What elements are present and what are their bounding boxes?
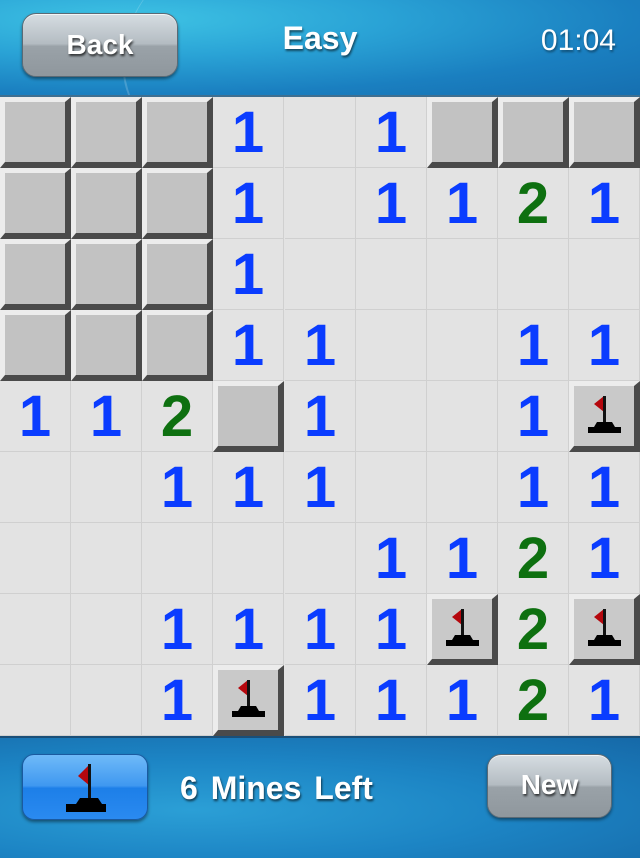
cell-number[interactable]: 1 (356, 665, 427, 736)
cell-empty[interactable] (0, 452, 71, 523)
cell-number[interactable]: 1 (213, 97, 284, 168)
cell-covered[interactable] (71, 239, 142, 310)
cell-flagged[interactable] (213, 665, 284, 736)
cell-empty[interactable] (427, 310, 498, 381)
cell-empty[interactable] (71, 665, 142, 736)
cell-empty[interactable] (498, 239, 569, 310)
cell-empty[interactable] (71, 594, 142, 665)
cell-number[interactable]: 1 (285, 452, 356, 523)
cell-empty[interactable] (285, 97, 356, 168)
minefield-grid: 1111121111111121111111112111112111121 (0, 95, 640, 736)
cell-number[interactable]: 1 (213, 452, 284, 523)
flag-icon (588, 609, 621, 646)
cell-covered[interactable] (0, 97, 71, 168)
cell-covered[interactable] (71, 168, 142, 239)
flag-icon (66, 764, 106, 812)
cell-number[interactable]: 1 (142, 452, 213, 523)
cell-empty[interactable] (427, 452, 498, 523)
cell-empty[interactable] (142, 523, 213, 594)
cell-number[interactable]: 1 (356, 97, 427, 168)
cell-number[interactable]: 1 (427, 168, 498, 239)
flag-icon (588, 396, 621, 433)
cell-number[interactable]: 2 (498, 523, 569, 594)
cell-empty[interactable] (285, 168, 356, 239)
cell-covered[interactable] (0, 239, 71, 310)
cell-empty[interactable] (356, 239, 427, 310)
cell-number[interactable]: 1 (0, 381, 71, 452)
cell-covered[interactable] (0, 168, 71, 239)
cell-number[interactable]: 1 (498, 381, 569, 452)
cell-empty[interactable] (356, 452, 427, 523)
top-bar: Back Easy 01:04 (0, 0, 640, 95)
cell-covered[interactable] (142, 168, 213, 239)
cell-number[interactable]: 1 (569, 665, 640, 736)
cell-number[interactable]: 1 (142, 594, 213, 665)
back-button[interactable]: Back (22, 13, 178, 77)
cell-number[interactable]: 1 (213, 594, 284, 665)
cell-covered[interactable] (569, 97, 640, 168)
flag-icon (232, 680, 265, 717)
cell-covered[interactable] (0, 310, 71, 381)
cell-number[interactable]: 2 (498, 665, 569, 736)
cell-number[interactable]: 1 (71, 381, 142, 452)
flag-mode-button[interactable] (22, 754, 148, 820)
cell-number[interactable]: 1 (356, 523, 427, 594)
cell-covered[interactable] (142, 97, 213, 168)
cell-empty[interactable] (569, 239, 640, 310)
cell-number[interactable]: 1 (427, 523, 498, 594)
cell-empty[interactable] (427, 381, 498, 452)
cell-number[interactable]: 1 (285, 381, 356, 452)
cell-empty[interactable] (285, 523, 356, 594)
cell-flagged[interactable] (569, 381, 640, 452)
cell-covered[interactable] (427, 97, 498, 168)
cell-number[interactable]: 1 (213, 168, 284, 239)
cell-number[interactable]: 1 (569, 452, 640, 523)
cell-number[interactable]: 1 (498, 310, 569, 381)
mines-left-counter: 6 Mines Left (180, 770, 373, 806)
cell-number[interactable]: 1 (213, 239, 284, 310)
cell-empty[interactable] (0, 665, 71, 736)
cell-flagged[interactable] (569, 594, 640, 665)
new-game-button[interactable]: New (487, 754, 612, 818)
cell-flagged[interactable] (427, 594, 498, 665)
cell-empty[interactable] (285, 239, 356, 310)
cell-covered[interactable] (142, 310, 213, 381)
cell-number[interactable]: 1 (569, 523, 640, 594)
cell-empty[interactable] (427, 239, 498, 310)
cell-covered[interactable] (498, 97, 569, 168)
cell-empty[interactable] (0, 594, 71, 665)
cell-number[interactable]: 1 (285, 594, 356, 665)
cell-number[interactable]: 1 (498, 452, 569, 523)
cell-number[interactable]: 2 (142, 381, 213, 452)
difficulty-title: Easy (282, 20, 358, 56)
cell-number[interactable]: 1 (142, 665, 213, 736)
cell-number[interactable]: 1 (285, 665, 356, 736)
cell-empty[interactable] (213, 523, 284, 594)
cell-number[interactable]: 2 (498, 594, 569, 665)
cell-empty[interactable] (356, 381, 427, 452)
cell-covered[interactable] (213, 381, 284, 452)
cell-number[interactable]: 1 (356, 594, 427, 665)
cell-number[interactable]: 1 (285, 310, 356, 381)
cell-number[interactable]: 1 (213, 310, 284, 381)
cell-number[interactable]: 1 (427, 665, 498, 736)
cell-covered[interactable] (142, 239, 213, 310)
cell-covered[interactable] (71, 310, 142, 381)
game-timer: 01:04 (540, 24, 616, 57)
cell-number[interactable]: 1 (569, 310, 640, 381)
cell-number[interactable]: 1 (356, 168, 427, 239)
cell-covered[interactable] (71, 97, 142, 168)
cell-empty[interactable] (356, 310, 427, 381)
cell-number[interactable]: 2 (498, 168, 569, 239)
cell-empty[interactable] (71, 452, 142, 523)
cell-empty[interactable] (71, 523, 142, 594)
flag-icon (446, 609, 479, 646)
cell-empty[interactable] (0, 523, 71, 594)
cell-number[interactable]: 1 (569, 168, 640, 239)
